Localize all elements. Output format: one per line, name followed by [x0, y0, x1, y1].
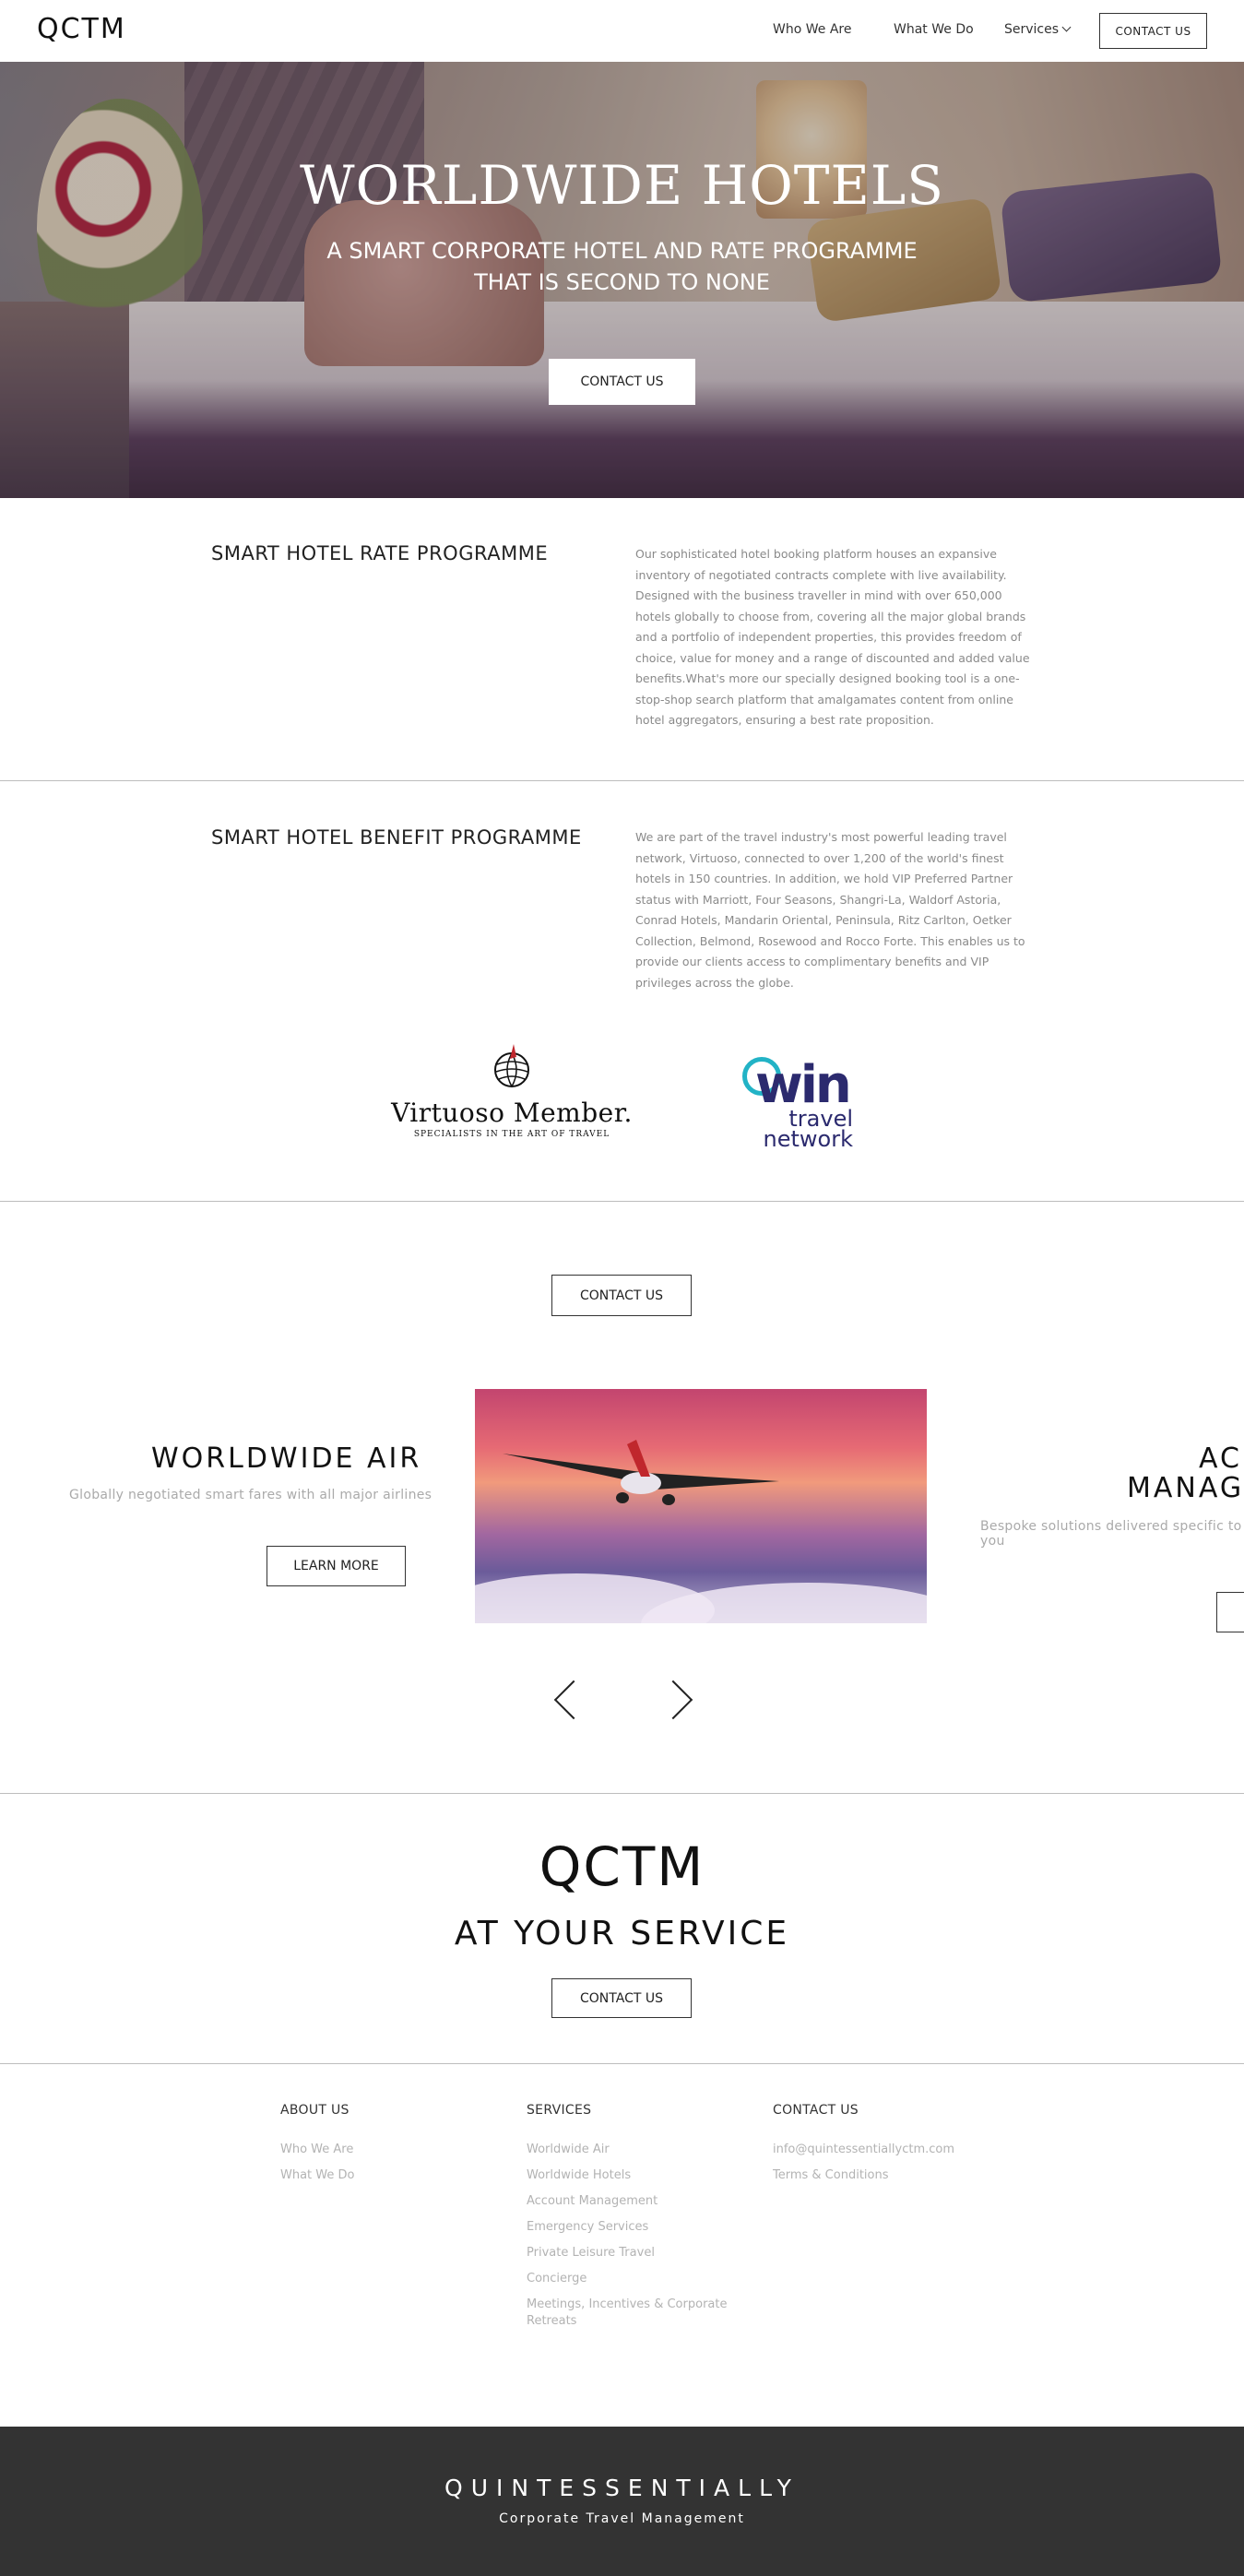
mid-contact-button[interactable]: CONTACT US [551, 1275, 692, 1316]
nav-services-label: Services [1004, 22, 1060, 37]
virtuoso-wordmark: Virtuoso Member. [391, 1098, 633, 1128]
hero-subtitle: A SMART CORPORATE HOTEL AND RATE PROGRAM… [0, 235, 1244, 298]
carousel-next-slide-description: Bespoke solutions delivered specific to … [980, 1519, 1242, 1549]
learn-more-button[interactable]: LEARN MORE [267, 1546, 406, 1586]
top-navbar: QCTM Who We Are What We Do Services CONT… [0, 0, 1244, 62]
service-tagline: AT YOUR SERVICE [454, 1915, 790, 1953]
win-subtitle-line: network [763, 1126, 853, 1152]
benefit-section-title: SMART HOTEL BENEFIT PROGRAMME [211, 826, 582, 849]
footer-link[interactable]: Emergency Services [527, 2219, 766, 2236]
footer-terms-link[interactable]: Terms & Conditions [773, 2167, 1013, 2184]
section-divider [0, 780, 1244, 781]
hero-banner: WORLDWIDE HOTELS A SMART CORPORATE HOTEL… [0, 62, 1244, 498]
nav-services-dropdown[interactable]: Services [1004, 22, 1072, 37]
service-contact-button[interactable]: CONTACT US [551, 1978, 692, 2018]
chevron-right-icon[interactable] [653, 1680, 693, 1720]
carousel-slide-description: Globally negotiated smart fares with all… [69, 1488, 432, 1502]
service-logo: QCTM [539, 1835, 705, 1898]
carousel-slide-title: WORLDWIDE AIR [151, 1442, 422, 1475]
footer-link[interactable]: Private Leisure Travel [527, 2245, 766, 2261]
section-divider [0, 1793, 1244, 1794]
virtuoso-member-logo: Virtuoso Member. SPECIALISTS IN THE ART … [383, 1042, 641, 1157]
nav-who-we-are[interactable]: Who We Are [773, 22, 851, 37]
next-learn-more-button[interactable] [1216, 1592, 1244, 1632]
section-divider [0, 2063, 1244, 2064]
bottom-brand-bar: QUINTESSENTIALLY Corporate Travel Manage… [0, 2427, 1244, 2576]
footer-contact-heading: CONTACT US [773, 2103, 859, 2118]
footer-about-heading: ABOUT US [280, 2103, 350, 2118]
nav-contact-button[interactable]: CONTACT US [1099, 13, 1207, 49]
nav-what-we-do[interactable]: What We Do [894, 22, 974, 37]
footer-link[interactable]: Who We Are [280, 2142, 520, 2158]
footer-email-link[interactable]: info@quintessentiallyctm.com [773, 2142, 1013, 2158]
rate-section-title: SMART HOTEL RATE PROGRAMME [211, 542, 549, 564]
rate-section-body: Our sophisticated hotel booking platform… [635, 547, 1030, 727]
virtuoso-globe-icon [492, 1042, 532, 1092]
carousel-next-slide-title: MANAG [1127, 1472, 1244, 1504]
site-logo[interactable]: QCTM [37, 13, 126, 45]
hero-subtitle-line: THAT IS SECOND TO NONE [474, 269, 770, 295]
win-subtitle: travel network [761, 1108, 853, 1152]
benefit-section-body: We are part of the travel industry's mos… [635, 830, 1025, 990]
brand-subtitle: Corporate Travel Management [499, 2511, 745, 2526]
airplane-icon [503, 1440, 779, 1505]
chevron-left-icon[interactable] [553, 1680, 594, 1720]
footer-link[interactable]: Meetings, Incentives & Corporate Retreat… [527, 2297, 743, 2330]
footer-link[interactable]: Worldwide Air [527, 2142, 766, 2158]
footer-link[interactable]: Concierge [527, 2271, 766, 2287]
win-travel-network-logo: win travel network [742, 1053, 858, 1155]
hero-contact-button[interactable]: CONTACT US [549, 359, 695, 405]
hero-title: WORLDWIDE HOTELS [299, 154, 945, 217]
footer-link[interactable]: What We Do [280, 2167, 520, 2184]
virtuoso-tagline: SPECIALISTS IN THE ART OF TRAVEL [413, 1130, 610, 1139]
footer-services-heading: SERVICES [527, 2103, 592, 2118]
hero-subtitle-line: A SMART CORPORATE HOTEL AND RATE PROGRAM… [326, 238, 918, 264]
section-divider [0, 1201, 1244, 1202]
footer-link[interactable]: Worldwide Hotels [527, 2167, 766, 2184]
chevron-down-icon [1061, 22, 1072, 32]
airplane-image [475, 1389, 927, 1623]
brand-wordmark: QUINTESSENTIALLY [444, 2475, 800, 2501]
footer-link[interactable]: Account Management [527, 2193, 766, 2210]
carousel-next-slide-title: AC [1199, 1442, 1242, 1475]
